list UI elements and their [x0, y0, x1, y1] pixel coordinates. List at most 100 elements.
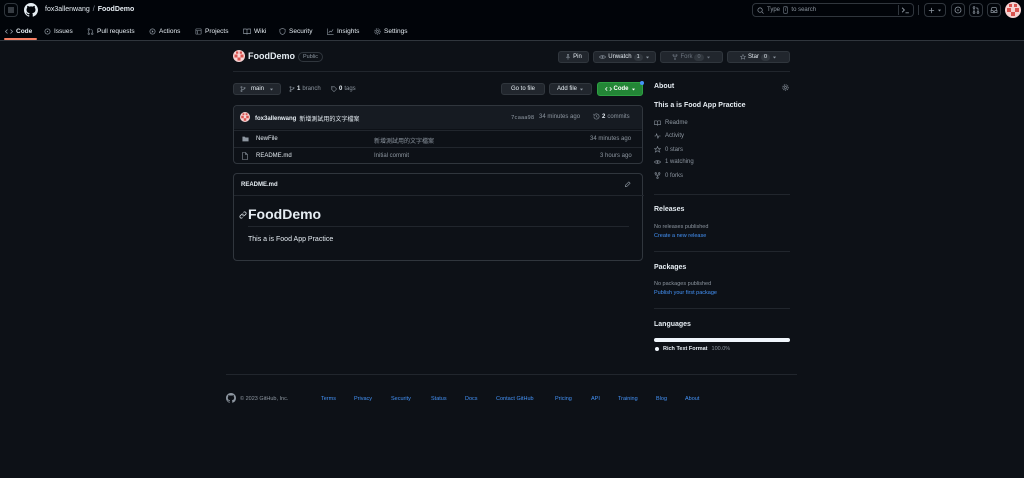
- inbox-icon[interactable]: [987, 3, 1001, 17]
- footer-link-docs[interactable]: Docs: [465, 396, 478, 402]
- tab-actions-label: Actions: [159, 27, 181, 35]
- breadcrumb-separator: /: [92, 6, 95, 13]
- star-label: Star: [747, 54, 759, 60]
- issues-icon[interactable]: [951, 3, 965, 17]
- user-avatar[interactable]: [1005, 2, 1021, 18]
- pencil-icon[interactable]: [624, 181, 631, 188]
- branches-link[interactable]: 1 branch: [289, 86, 321, 92]
- footer-link-about[interactable]: About: [685, 396, 699, 402]
- language-percent: 100.0%: [711, 346, 731, 352]
- code-button-notification-dot: [640, 81, 644, 85]
- git-branch-icon: [240, 86, 246, 92]
- branches-count: 1: [297, 86, 301, 92]
- about-activity[interactable]: Activity: [654, 133, 684, 139]
- commit-hash[interactable]: 7caaa98: [511, 115, 534, 121]
- fork-button[interactable]: Fork 0: [660, 51, 723, 63]
- file-row[interactable]: NewFile 新增測試用的文字檔案 34 minutes ago: [234, 130, 642, 147]
- fork-icon: [654, 172, 661, 179]
- owner-avatar: [233, 50, 245, 62]
- unwatch-button[interactable]: Unwatch 1: [593, 51, 656, 63]
- packages-title[interactable]: Packages: [654, 264, 686, 271]
- search-key-hint: /: [783, 6, 789, 14]
- branch-selector[interactable]: main: [233, 83, 281, 95]
- tab-issues[interactable]: Issues: [44, 21, 73, 41]
- git-pull-request-icon: [87, 27, 94, 35]
- git-branch-icon: [289, 86, 295, 92]
- gear-icon[interactable]: [782, 84, 789, 91]
- about-title: About: [654, 83, 675, 90]
- chevron-down-icon: [772, 56, 777, 58]
- about-watching[interactable]: 1 watching: [654, 159, 694, 165]
- breadcrumb-repo[interactable]: FoodDemo: [98, 6, 135, 13]
- tab-security[interactable]: Security: [279, 21, 312, 41]
- pull-requests-icon[interactable]: [969, 3, 983, 17]
- anchor-link-icon[interactable]: [239, 211, 247, 219]
- create-new-button[interactable]: [924, 3, 946, 17]
- pin-button[interactable]: Pin: [558, 51, 589, 63]
- readme-box: README.md FoodDemo This a is Food App Pr…: [233, 173, 644, 261]
- footer-link-status[interactable]: Status: [431, 396, 447, 402]
- releases-title[interactable]: Releases: [654, 206, 684, 213]
- publish-package-link[interactable]: Publish your first package: [654, 290, 717, 296]
- footer-link-api[interactable]: API: [591, 396, 600, 402]
- active-tab-indicator: [4, 38, 37, 40]
- tab-actions[interactable]: Actions: [149, 21, 180, 41]
- gear-icon: [374, 27, 381, 35]
- tab-pull-requests-label: Pull requests: [97, 27, 135, 35]
- file-commit-message[interactable]: 新增測試用的文字檔案: [374, 136, 434, 145]
- repo-title[interactable]: FoodDemo: [248, 51, 295, 61]
- eye-icon: [599, 55, 607, 59]
- footer-link-privacy[interactable]: Privacy: [354, 396, 372, 402]
- language-item[interactable]: Rich Text Format 100.0%: [655, 346, 730, 352]
- footer-copyright: © 2023 GitHub, Inc.: [240, 396, 289, 402]
- footer-link-blog[interactable]: Blog: [656, 396, 667, 402]
- language-bar: [654, 338, 790, 342]
- packages-empty: No packages published: [654, 281, 712, 287]
- github-logo-icon[interactable]: [226, 393, 236, 403]
- tab-wiki[interactable]: Wiki: [243, 21, 266, 41]
- star-button[interactable]: Star 0: [727, 51, 790, 63]
- tab-insights[interactable]: Insights: [327, 21, 359, 41]
- tab-pull-requests[interactable]: Pull requests: [87, 21, 135, 41]
- tab-code-label: Code: [16, 27, 33, 35]
- about-stars-label: 0 stars: [665, 146, 684, 153]
- file-name[interactable]: README.md: [256, 153, 292, 159]
- add-file-button[interactable]: Add file: [549, 83, 592, 95]
- github-logo-icon[interactable]: [24, 3, 38, 17]
- file-name[interactable]: NewFile: [256, 136, 278, 142]
- tab-projects[interactable]: Projects: [195, 21, 228, 41]
- header-divider: [918, 5, 919, 15]
- about-stars[interactable]: 0 stars: [654, 146, 683, 153]
- file-commit-message[interactable]: Initial commit: [374, 153, 409, 159]
- tab-projects-label: Projects: [205, 27, 229, 35]
- file-list: fox3allenwang 新增測試用的文字檔案 7caaa98 34 minu…: [233, 105, 643, 164]
- breadcrumb-owner[interactable]: fox3allenwang: [45, 6, 90, 13]
- about-forks[interactable]: 0 forks: [654, 172, 683, 179]
- branch-name: main: [251, 86, 265, 92]
- commit-message[interactable]: 新增測試用的文字檔案: [299, 114, 359, 123]
- about-watching-label: 1 watching: [665, 159, 694, 165]
- search-input[interactable]: Type / to search: [752, 3, 914, 17]
- go-to-file-button[interactable]: Go to file: [501, 83, 545, 95]
- commits-link[interactable]: 2 commits: [593, 113, 630, 120]
- about-readme-label: Readme: [665, 120, 688, 126]
- code-button[interactable]: Code: [597, 82, 643, 96]
- tags-count: 0: [339, 86, 343, 92]
- file-row[interactable]: README.md Initial commit 3 hours ago: [234, 147, 642, 163]
- menu-icon[interactable]: [4, 3, 18, 17]
- search-placeholder-post: to search: [791, 7, 817, 13]
- command-palette-icon[interactable]: [901, 6, 910, 14]
- commit-author[interactable]: fox3allenwang: [255, 116, 296, 122]
- footer-link-pricing[interactable]: Pricing: [555, 396, 572, 402]
- about-readme[interactable]: Readme: [654, 120, 688, 126]
- footer-link-contact[interactable]: Contact GitHub: [496, 396, 534, 402]
- create-release-link[interactable]: Create a new release: [654, 233, 706, 239]
- chevron-down-icon: [645, 56, 649, 58]
- file-icon: [242, 152, 248, 160]
- table-icon: [195, 28, 202, 34]
- footer-link-security[interactable]: Security: [391, 396, 411, 402]
- tags-link[interactable]: 0 tags: [331, 86, 356, 92]
- tab-settings[interactable]: Settings: [374, 21, 408, 41]
- footer-link-terms[interactable]: Terms: [321, 396, 336, 402]
- footer-link-training[interactable]: Training: [618, 396, 638, 402]
